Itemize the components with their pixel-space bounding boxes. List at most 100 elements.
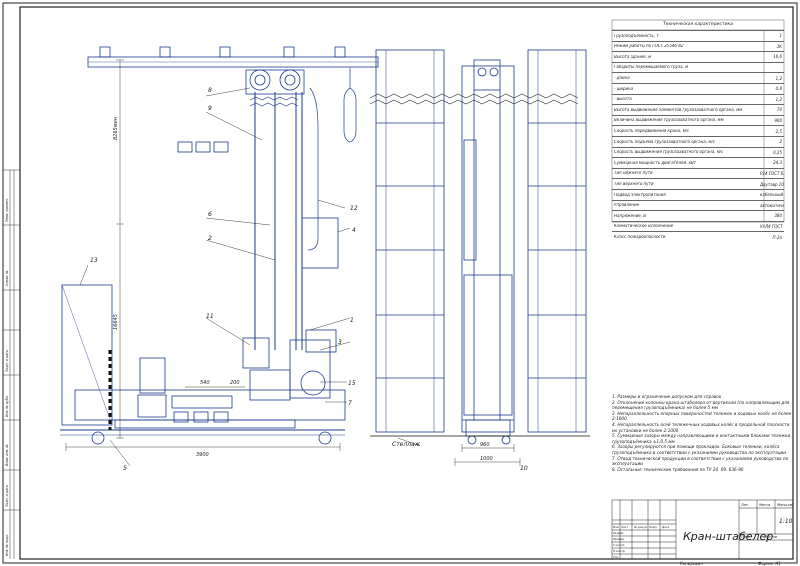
spec-row: Высота здания, м 16,6 (612, 51, 784, 62)
stamp-col-lit: Лит. (740, 503, 749, 507)
note-item: 4. Непараллельность осей тележечных ходо… (612, 421, 790, 433)
spec-row-label: Скорость передвижения крана, м/с (614, 129, 690, 134)
stamp-col-mass: Масса (759, 503, 770, 507)
note-item: 5. Суммарные зазоры между направляющими … (612, 433, 791, 444)
spec-row-label: - высота (614, 97, 632, 102)
spec-row-value: 70 (776, 107, 782, 113)
side-view (60, 46, 379, 445)
spec-row: - ширина 0,8 (612, 82, 784, 94)
dim-200: 200 (230, 380, 240, 386)
spec-row-label: Тип верхнего пути (614, 182, 654, 186)
dim-540: 540 (200, 380, 210, 386)
side-view-dimensions (65, 59, 351, 467)
drawing-title: Кран-штабелер (683, 530, 773, 543)
spec-row-label: Подвод электропитания (614, 192, 666, 197)
callout-2: 2 (208, 235, 212, 242)
spec-row-value: 0,25 (773, 149, 782, 155)
spec-row-label: Суммарная мощность двигателей, кВт (614, 160, 697, 165)
stamp-sheets: Листов (763, 535, 777, 539)
aisle-crane (461, 65, 515, 433)
spec-row: Скорость выдвижения грузозахватного орга… (612, 146, 784, 158)
callout-12: 12 (350, 205, 358, 212)
spec-row-value: 24,3 (773, 160, 782, 166)
spec-row: Грузоподъёмность, т 1 (612, 30, 784, 41)
spec-row-label: Грузоподъёмность, т (614, 33, 659, 38)
spec-row-value: 0,8 (775, 86, 782, 92)
stamp-col-scale: Масштаб (777, 503, 794, 507)
spec-row: Высота выдвижения элементов грузозахватн… (612, 104, 784, 115)
spec-row-value: кабельный (760, 192, 784, 198)
spec-row-value: 16,6 (773, 54, 782, 60)
callout-7: 7 (348, 400, 352, 407)
spec-table-header: Техническая характеристика (663, 22, 733, 27)
spec-row-label: Тип нижнего пути (614, 171, 653, 176)
spec-row-label: Режим работы по ГОСТ 25546-82 (614, 44, 684, 49)
spec-row-value: 1 (779, 33, 782, 39)
callout-6: 6 (208, 211, 212, 218)
scale-value: 1:10 (779, 518, 793, 525)
spec-row-label: - ширина (614, 86, 634, 91)
stamp-sheet: Лист (740, 535, 751, 539)
spec-row-value: 380 (774, 213, 782, 219)
copied-label: Копировал (680, 561, 703, 566)
stamp-role-2: Т.контр. (613, 543, 625, 547)
strip-label-2: Подп. и дата (5, 350, 9, 372)
callout-11: 11 (206, 313, 214, 320)
spec-row: Климатическое исполнение УХЛ4 ГОСТ 15150-… (612, 220, 784, 232)
spec-row-value: Р24 ГОСТ 6368-82 (760, 171, 784, 177)
spec-row-label: - длина (614, 76, 630, 81)
spec-row-value: 1,2 (775, 96, 782, 102)
spec-row-label: Климатическое исполнение (614, 224, 674, 229)
strip-label-3: Инв. № дубл. (5, 395, 9, 417)
callout-9: 9 (208, 105, 212, 112)
spec-row-value: 1,2 (775, 75, 782, 81)
format-label: Формат А1 (758, 561, 781, 566)
stamp-role-4: Н.контр. (613, 549, 626, 553)
spec-row-label: Габариты перемещаемого груза, м (614, 65, 689, 70)
stamp-sign-3: Подп. (649, 525, 658, 529)
spec-row-label: Высота выдвижения элементов грузозахватн… (614, 107, 743, 112)
strip-label-6: Инв. № подл. (5, 534, 9, 556)
spec-row-value: Двутавр 10 ГОСТ 8239-72 (760, 181, 784, 187)
strip-label-0: Перв. примен. (5, 198, 9, 222)
spec-row: Управление автоматическое (612, 199, 784, 211)
stamp-role-0: Разраб. (613, 531, 624, 535)
note-item: 8. Остальные технические требования по Т… (612, 466, 744, 472)
callout-8: 8 (208, 87, 212, 94)
spec-list: Грузоподъёмность, т 1 Режим работы по ГОСТ… (612, 30, 784, 242)
spec-row: - длина 1,2 (612, 72, 784, 83)
stamp-role-5: Утв. (613, 555, 619, 559)
spec-row-label: Скорость подъёма грузозахватного органа,… (614, 139, 715, 144)
dim-base-length: 3900 (196, 452, 209, 458)
stamp-sign-2: № докум. (633, 525, 648, 529)
strip-label-1: Справ. № (5, 270, 9, 286)
spec-row-label: Напряжение, В (614, 213, 647, 218)
spec-row-label: Управление (614, 203, 640, 208)
spec-row: Напряжение, В 380 (612, 210, 784, 221)
spec-row-value: 2 (779, 139, 782, 145)
stamp-sign-0: Изм. (613, 525, 620, 529)
spec-row-label: Скорость выдвижения грузозахватного орга… (614, 150, 724, 155)
strip-label-4: Взам. инв. № (5, 444, 9, 466)
spec-row-value: П-2а (772, 234, 782, 240)
spec-row-label: Высота здания, м (614, 54, 652, 59)
spec-row-value: УХЛ4 ГОСТ 15150-69 (760, 223, 784, 229)
notes-block: 1. Размеры и ограничение допуском для сп… (612, 394, 794, 472)
callout-5: 5 (123, 465, 127, 472)
front-view (370, 49, 590, 445)
spec-row-label: Величина выдвижения грузозахватного орга… (614, 118, 724, 123)
callout-3: 3 (338, 339, 342, 346)
spec-row-label: Класс пожароопасности (614, 234, 666, 239)
dim-height-main: 16645 (113, 314, 119, 330)
spec-row: - высота 1,2 (612, 93, 784, 105)
spec-row-value: 3К (776, 43, 782, 49)
dim-1000: 1000 (480, 456, 493, 462)
spec-row: Тип верхнего пути Двутавр 10 ГОСТ 8239-72 (612, 178, 784, 189)
stamp-sign-4: Дата (661, 525, 670, 529)
base-frame (74, 389, 346, 421)
spec-row: Скорость передвижения крана, м/с 2,5 (612, 125, 784, 136)
spec-row: Суммарная мощность двигателей, кВт 24,3 (612, 157, 784, 168)
callout-4: 4 (352, 227, 356, 234)
spec-row: Режим работы по ГОСТ 25546-82 3К (612, 40, 784, 52)
spec-table-text: Техническая характеристика Грузоподъёмно… (612, 20, 784, 242)
